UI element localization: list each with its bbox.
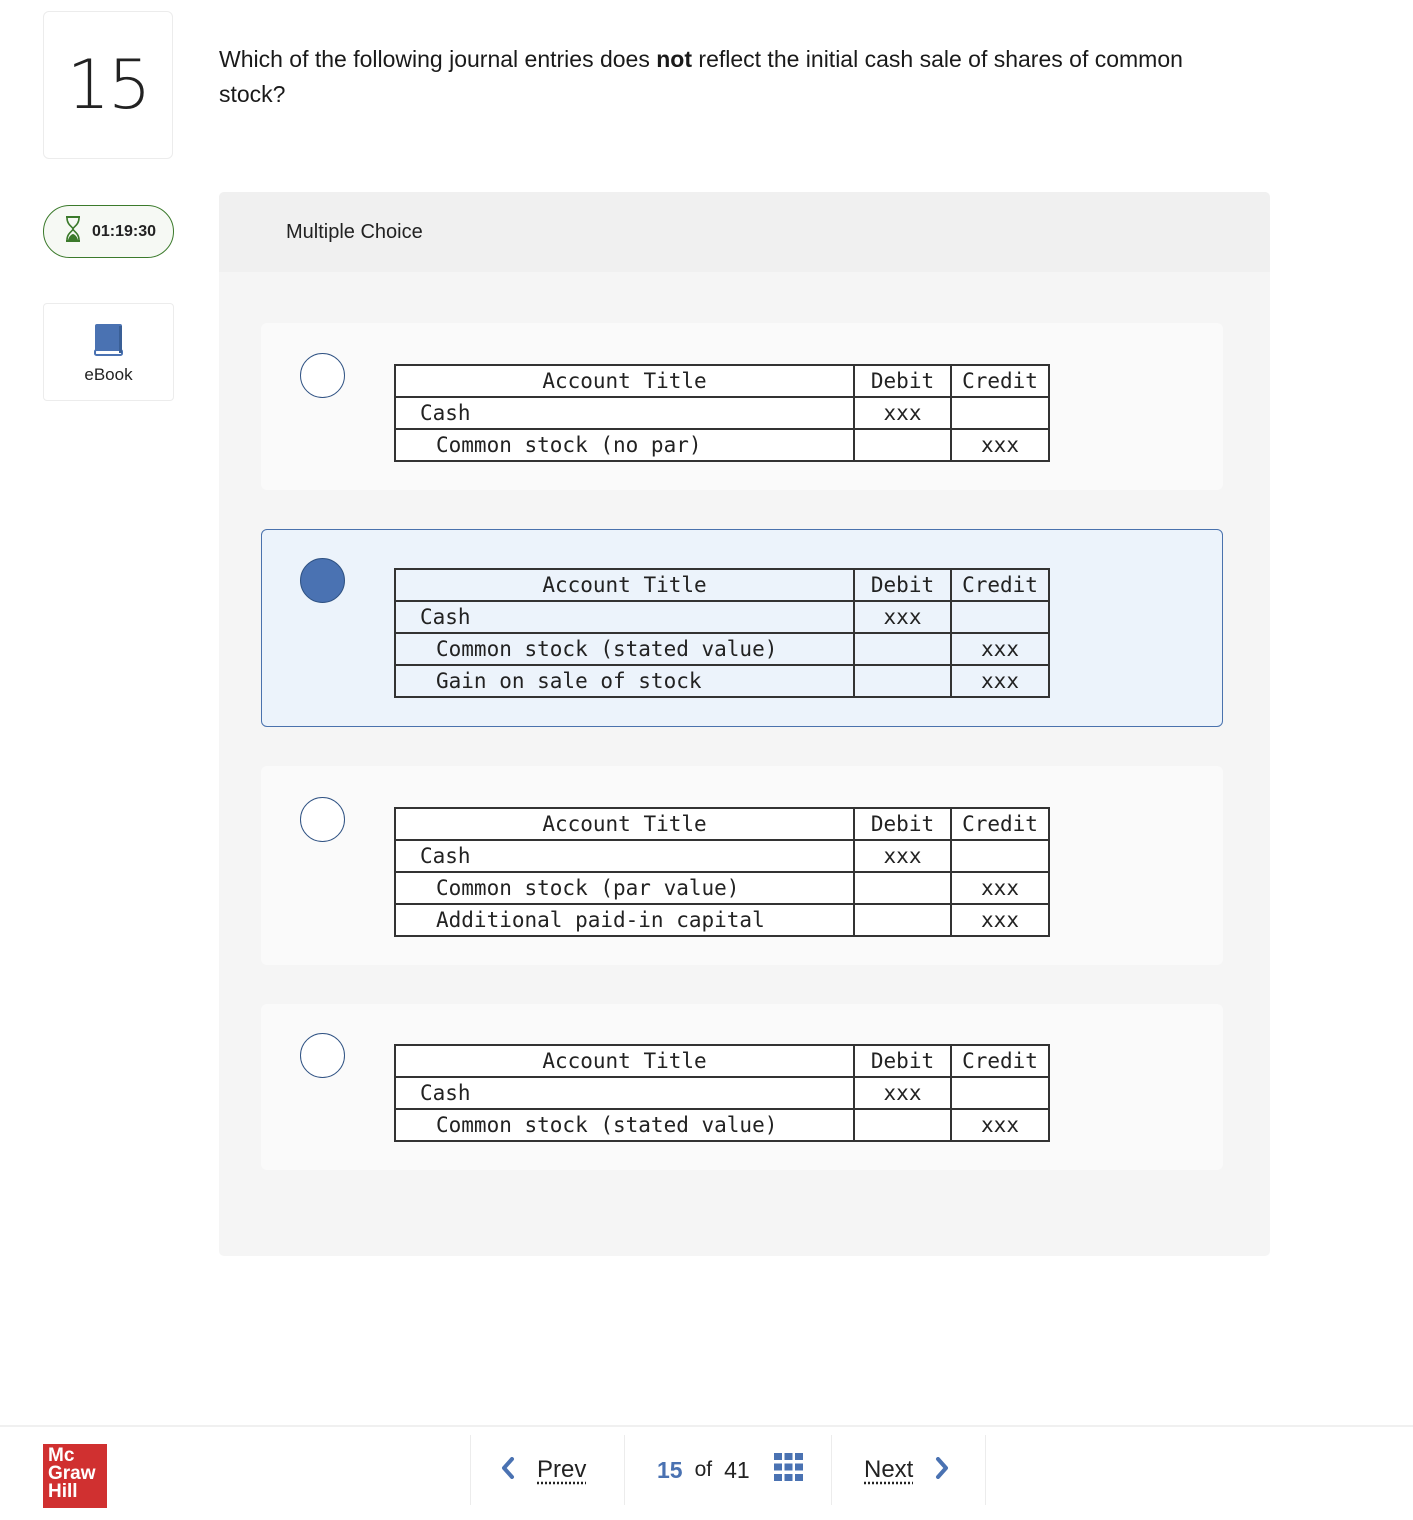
credit-cell: xxx [950, 664, 1050, 698]
radio-button[interactable] [300, 797, 345, 842]
table-row: Additional paid-in capital xxx [394, 903, 1050, 937]
radio-button[interactable] [300, 1033, 345, 1078]
question-emphasis: not [656, 46, 693, 72]
debit-cell [853, 903, 952, 937]
header-credit: Credit [950, 364, 1050, 398]
prev-label[interactable]: Prev [537, 1456, 586, 1484]
credit-cell [950, 396, 1050, 430]
question-pager[interactable]: 15 of 41 [624, 1435, 831, 1505]
hourglass-icon [64, 216, 82, 247]
multiple-choice-panel: Multiple Choice Account Title Debit Cred… [219, 192, 1270, 1256]
account-cell: Common stock (stated value) [394, 632, 855, 666]
table-row: Common stock (stated value) xxx [394, 632, 1050, 666]
radio-button-checked[interactable] [300, 558, 345, 603]
logo-line: Hill [48, 1481, 78, 1502]
account-cell: Additional paid-in capital [394, 903, 855, 937]
timer-badge[interactable]: 01:19:30 [43, 205, 174, 258]
question-text-part: Which of the following journal entries d… [219, 46, 657, 72]
panel-header: Multiple Choice [219, 192, 1270, 272]
header-account-title: Account Title [394, 807, 855, 841]
header-credit: Credit [950, 568, 1050, 602]
table-row: Common stock (par value) xxx [394, 871, 1050, 905]
header-account-title: Account Title [394, 364, 855, 398]
account-cell: Cash [394, 1076, 855, 1110]
table-row: Cash xxx [394, 396, 1050, 430]
table-row: Common stock (stated value) xxx [394, 1108, 1050, 1142]
credit-cell: xxx [950, 428, 1050, 462]
grid-icon[interactable] [773, 1453, 803, 1487]
total-questions: 41 [724, 1456, 750, 1483]
journal-entry-table: Account Title Debit Credit Cash xxx Comm… [394, 364, 1050, 462]
account-cell: Cash [394, 839, 855, 873]
debit-cell: xxx [853, 1076, 952, 1110]
credit-cell [950, 1076, 1050, 1110]
header-account-title: Account Title [394, 568, 855, 602]
credit-cell: xxx [950, 903, 1050, 937]
account-cell: Common stock (stated value) [394, 1108, 855, 1142]
book-icon [93, 324, 124, 361]
question-text: Which of the following journal entries d… [219, 42, 1219, 112]
mcgraw-hill-logo: Mc Graw Hill [43, 1444, 107, 1508]
next-label[interactable]: Next [864, 1456, 913, 1484]
credit-cell [950, 839, 1050, 873]
credit-cell: xxx [950, 1108, 1050, 1142]
credit-cell: xxx [950, 871, 1050, 905]
chevron-right-icon [935, 1456, 949, 1484]
table-row: Cash xxx [394, 600, 1050, 634]
account-cell: Common stock (par value) [394, 871, 855, 905]
journal-entry-table: Account Title Debit Credit Cash xxx Comm… [394, 568, 1050, 698]
table-row: Cash xxx [394, 839, 1050, 873]
ebook-label: eBook [84, 365, 133, 384]
debit-cell [853, 428, 952, 462]
choice-option[interactable]: Account Title Debit Credit Cash xxx Comm… [261, 323, 1223, 490]
of-label: of [694, 1458, 713, 1481]
choice-option[interactable]: Account Title Debit Credit Cash xxx Comm… [261, 766, 1223, 965]
debit-cell: xxx [853, 600, 952, 634]
table-header-row: Account Title Debit Credit [394, 1044, 1050, 1078]
journal-entry-table: Account Title Debit Credit Cash xxx Comm… [394, 807, 1050, 937]
question-number-box: 15 [43, 11, 173, 159]
table-row: Common stock (no par) xxx [394, 428, 1050, 462]
header-debit: Debit [853, 1044, 952, 1078]
header-debit: Debit [853, 568, 952, 602]
credit-cell [950, 600, 1050, 634]
header-account-title: Account Title [394, 1044, 855, 1078]
ebook-button[interactable]: eBook [43, 303, 174, 401]
header-debit: Debit [853, 807, 952, 841]
prev-button[interactable]: Prev [470, 1435, 624, 1505]
table-row: Cash xxx [394, 1076, 1050, 1110]
table-header-row: Account Title Debit Credit [394, 364, 1050, 398]
debit-cell [853, 1108, 952, 1142]
debit-cell [853, 632, 952, 666]
header-credit: Credit [950, 807, 1050, 841]
debit-cell: xxx [853, 396, 952, 430]
radio-button[interactable] [300, 353, 345, 398]
journal-entry-table: Account Title Debit Credit Cash xxx Comm… [394, 1044, 1050, 1142]
next-button[interactable]: Next [831, 1435, 986, 1505]
timer-value: 01:19:30 [92, 222, 157, 240]
table-header-row: Account Title Debit Credit [394, 807, 1050, 841]
question-navigation: Prev 15 of 41 Next [470, 1435, 986, 1505]
header-credit: Credit [950, 1044, 1050, 1078]
debit-cell [853, 871, 952, 905]
table-header-row: Account Title Debit Credit [394, 568, 1050, 602]
account-cell: Gain on sale of stock [394, 664, 855, 698]
account-cell: Cash [394, 396, 855, 430]
panel-title: Multiple Choice [286, 220, 423, 243]
debit-cell [853, 664, 952, 698]
question-number: 15 [66, 45, 152, 125]
table-row: Gain on sale of stock xxx [394, 664, 1050, 698]
choice-option[interactable]: Account Title Debit Credit Cash xxx Comm… [261, 1004, 1223, 1170]
footer-bar: Mc Graw Hill Prev 15 of 41 Next [0, 1425, 1413, 1520]
account-cell: Cash [394, 600, 855, 634]
credit-cell: xxx [950, 632, 1050, 666]
account-cell: Common stock (no par) [394, 428, 855, 462]
debit-cell: xxx [853, 839, 952, 873]
current-question: 15 [657, 1456, 683, 1483]
header-debit: Debit [853, 364, 952, 398]
chevron-left-icon [501, 1456, 515, 1484]
choice-option-selected[interactable]: Account Title Debit Credit Cash xxx Comm… [261, 529, 1223, 727]
